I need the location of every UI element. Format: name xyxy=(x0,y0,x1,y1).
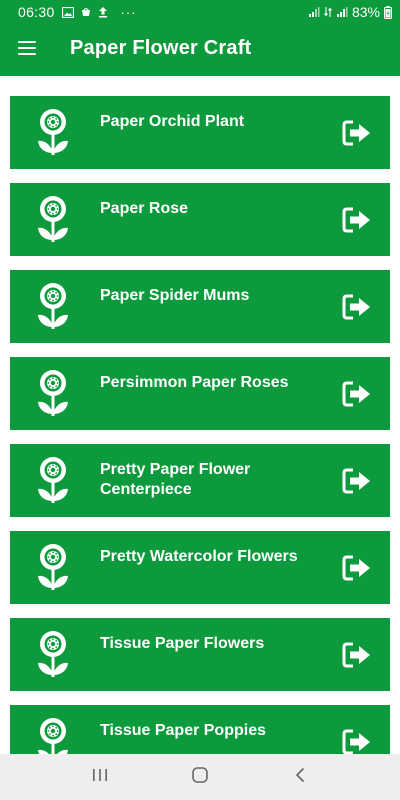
list-item[interactable]: Paper Spider Mums xyxy=(10,270,390,343)
signal-icon xyxy=(308,6,320,18)
flower-icon xyxy=(36,108,70,156)
flower-icon xyxy=(36,456,70,504)
app-bar: Paper Flower Craft xyxy=(0,24,400,76)
data-icon xyxy=(324,6,332,18)
hamburger-menu-icon xyxy=(18,41,36,55)
home-icon xyxy=(191,766,209,789)
app-title: Paper Flower Craft xyxy=(70,36,252,59)
open-arrow-icon[interactable] xyxy=(342,468,372,494)
more-notifications: ··· xyxy=(120,4,137,20)
system-nav-bar xyxy=(0,754,400,800)
list-item[interactable]: Paper Orchid Plant xyxy=(10,96,390,169)
list-item[interactable]: Pretty Watercolor Flowers xyxy=(10,531,390,604)
list-item-label: Tissue Paper Poppies xyxy=(100,722,266,739)
home-button[interactable] xyxy=(180,757,220,797)
battery-charging-icon xyxy=(384,5,392,19)
list-item[interactable]: Persimmon Paper Roses xyxy=(10,357,390,430)
back-button[interactable] xyxy=(280,757,320,797)
open-arrow-icon[interactable] xyxy=(342,207,372,233)
open-arrow-icon[interactable] xyxy=(342,381,372,407)
status-time: 06:30 xyxy=(18,4,55,20)
list-item[interactable]: Tissue Paper Poppies xyxy=(10,705,390,754)
open-arrow-icon[interactable] xyxy=(342,555,372,581)
open-arrow-icon[interactable] xyxy=(342,729,372,754)
battery-percentage: 83% xyxy=(351,4,380,20)
open-arrow-icon[interactable] xyxy=(342,642,372,668)
list-item[interactable]: Paper Rose xyxy=(10,183,390,256)
flower-icon xyxy=(36,717,70,754)
upload-icon xyxy=(98,6,108,18)
signal-icon xyxy=(336,6,348,18)
flower-icon xyxy=(36,369,70,417)
image-icon xyxy=(61,6,74,18)
flower-icon xyxy=(36,630,70,678)
back-icon xyxy=(294,767,306,788)
menu-button[interactable] xyxy=(0,24,56,76)
open-arrow-icon[interactable] xyxy=(342,294,372,320)
list-item-label: Paper Spider Mums xyxy=(100,287,250,304)
recent-apps-button[interactable] xyxy=(80,757,120,797)
craft-list[interactable]: Paper Orchid Plant Paper Rose Paper Spider… xyxy=(10,96,390,754)
status-bar: 06:30 ··· 83% xyxy=(0,0,400,24)
list-item-label: Paper Orchid Plant xyxy=(100,113,245,130)
status-right: 83% xyxy=(308,4,392,20)
list-item-label: Pretty Paper Flower Centerpiece xyxy=(100,461,251,498)
list-item-label: Paper Rose xyxy=(100,200,189,217)
list-item[interactable]: Pretty Paper Flower Centerpiece xyxy=(10,444,390,517)
flower-icon xyxy=(36,195,70,243)
list-item-label: Pretty Watercolor Flowers xyxy=(100,548,298,565)
status-left: 06:30 ··· xyxy=(18,4,137,20)
list-item-label: Persimmon Paper Roses xyxy=(100,374,289,391)
list-item[interactable]: Tissue Paper Flowers xyxy=(10,618,390,691)
list-item-label: Tissue Paper Flowers xyxy=(100,635,265,652)
flower-icon xyxy=(36,543,70,591)
open-arrow-icon[interactable] xyxy=(342,120,372,146)
recent-apps-icon xyxy=(92,768,108,787)
flower-icon xyxy=(36,282,70,330)
bag-icon xyxy=(81,7,91,17)
